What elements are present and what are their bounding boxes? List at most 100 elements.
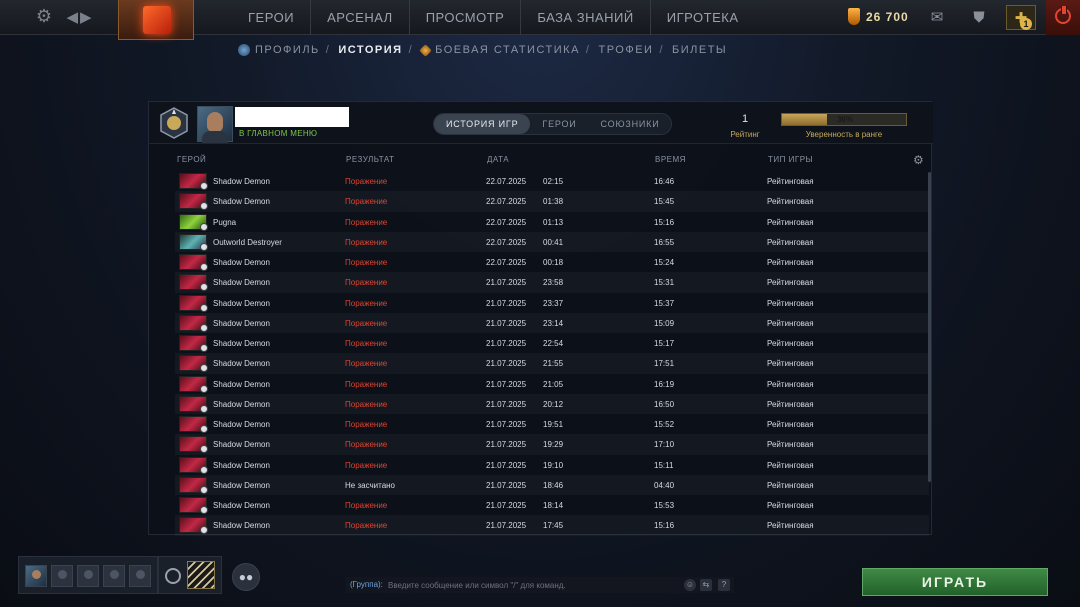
emoji-icon[interactable]: ☺	[684, 579, 696, 591]
nav-knowledge-base[interactable]: БАЗА ЗНАНИЙ	[521, 0, 651, 35]
table-row[interactable]: Shadow Demon Поражение 21.07.2025 19:29 17:1…	[175, 434, 929, 454]
role-badge-icon	[200, 465, 208, 474]
table-row[interactable]: Shadow Demon Поражение 21.07.2025 21:05 16:1…	[175, 374, 929, 394]
match-result: Поражение	[345, 460, 388, 470]
back-forward-arrows-icon[interactable]: ◀▶	[66, 8, 94, 26]
subnav-separator: /	[659, 44, 665, 56]
hero-name: Shadow Demon	[213, 339, 270, 348]
tab-allies[interactable]: СОЮЗНИКИ	[589, 114, 672, 134]
subnav-battle-stats[interactable]: БОЕВАЯ СТАТИСТИКА	[419, 43, 580, 57]
nav-watch[interactable]: ПРОСМОТР	[410, 0, 522, 35]
friends-button-icon[interactable]: ●●	[232, 563, 260, 591]
match-history-panel: В ГЛАВНОМ МЕНЮ ИСТОРИЯ ИГР ГЕРОИ СОЮЗНИК…	[148, 101, 933, 535]
table-row[interactable]: Shadow Demon Поражение 21.07.2025 21:55 17:5…	[175, 353, 929, 373]
table-row[interactable]: Shadow Demon Поражение 21.07.2025 18:14 15:5…	[175, 495, 929, 515]
table-row[interactable]: Shadow Demon Поражение 22.07.2025 01:38 15:4…	[175, 191, 929, 211]
match-result: Поражение	[345, 440, 388, 450]
match-duration: 15:09	[654, 318, 675, 328]
dota-logo[interactable]	[118, 0, 194, 40]
subnav-trophies[interactable]: ТРОФЕИ	[598, 44, 653, 56]
table-row[interactable]: Shadow Demon Поражение 21.07.2025 22:54 15:1…	[175, 333, 929, 353]
mail-icon[interactable]: ✉	[922, 5, 952, 30]
table-row[interactable]: Shadow Demon Поражение 21.07.2025 23:37 15:3…	[175, 293, 929, 313]
chat-input[interactable]	[388, 578, 678, 592]
match-result: Поражение	[345, 298, 388, 308]
nav-arsenal[interactable]: АРСЕНАЛ	[311, 0, 410, 35]
table-row[interactable]: Shadow Demon Поражение 22.07.2025 02:15 16:4…	[175, 171, 929, 191]
scrollbar[interactable]	[928, 172, 931, 482]
table-row[interactable]: Shadow Demon Поражение 21.07.2025 17:45 15:1…	[175, 515, 929, 535]
hero-name: Shadow Demon	[213, 399, 270, 409]
table-row[interactable]: Shadow Demon Поражение 21.07.2025 23:58 15:3…	[175, 272, 929, 292]
match-result: Поражение	[345, 521, 388, 531]
tab-heroes[interactable]: ГЕРОИ	[530, 114, 588, 134]
hero-name: Shadow Demon	[213, 359, 270, 369]
chat-wheel-icon[interactable]: ⇆	[700, 579, 712, 591]
table-settings-gear-icon[interactable]: ⚙	[913, 153, 924, 167]
player-status: В ГЛАВНОМ МЕНЮ	[239, 129, 318, 138]
subnav-separator: /	[408, 44, 414, 56]
rank-tier-icon[interactable]	[187, 561, 215, 589]
match-date: 21.07.2025	[486, 399, 527, 409]
table-row[interactable]: Outworld Destroyer Поражение 22.07.2025 00:…	[175, 232, 929, 252]
table-row[interactable]: Shadow Demon Поражение 21.07.2025 20:12 16:5…	[175, 394, 929, 414]
match-date: 21.07.2025	[486, 318, 527, 328]
tab-match-history[interactable]: ИСТОРИЯ ИГР	[434, 114, 531, 134]
col-header-type[interactable]: ТИП ИГРЫ	[768, 155, 813, 164]
table-row[interactable]: Shadow Demon Поражение 21.07.2025 19:51 15:5…	[175, 414, 929, 434]
chat-channel-prefix[interactable]: (Группа):	[350, 580, 383, 589]
table-row[interactable]: Shadow Demon Поражение 22.07.2025 00:18 15:2…	[175, 252, 929, 272]
match-start-time: 23:14	[543, 318, 564, 328]
match-duration: 15:16	[654, 217, 675, 227]
match-result: Поражение	[345, 177, 388, 186]
col-header-hero[interactable]: ГЕРОЙ	[177, 155, 206, 164]
game-type: Рейтинговая	[767, 258, 814, 267]
settings-gear-icon[interactable]: ⚙	[34, 6, 54, 27]
match-duration: 16:19	[654, 379, 675, 389]
match-date: 21.07.2025	[486, 278, 527, 288]
match-duration: 15:24	[654, 258, 675, 267]
party-slot-empty[interactable]	[129, 565, 151, 587]
subnav-tickets[interactable]: БИЛЕТЫ	[672, 44, 727, 56]
game-type: Рейтинговая	[767, 399, 814, 409]
help-button[interactable]: ?	[718, 579, 730, 591]
match-start-time: 02:15	[543, 177, 564, 186]
table-row[interactable]: Shadow Demon Не засчитано 21.07.2025 18:46 0…	[175, 475, 929, 495]
history-tabs: ИСТОРИЯ ИГР ГЕРОИ СОЮЗНИКИ	[433, 113, 673, 135]
voice-chat-icon[interactable]	[165, 568, 181, 584]
match-result: Поражение	[345, 318, 388, 328]
rank-confidence-bar: 36%	[781, 113, 907, 126]
match-date: 21.07.2025	[486, 460, 527, 470]
avatar[interactable]	[197, 106, 233, 143]
match-start-time: 21:05	[543, 379, 564, 389]
match-result: Поражение	[345, 359, 388, 369]
match-date: 21.07.2025	[486, 339, 527, 348]
game-type: Рейтинговая	[767, 501, 814, 510]
table-row[interactable]: Shadow Demon Поражение 21.07.2025 23:14 15:0…	[175, 313, 929, 333]
nav-heroes[interactable]: ГЕРОИ	[232, 0, 312, 35]
subnav-separator: /	[325, 44, 331, 56]
col-header-date[interactable]: ДАТА	[487, 155, 509, 164]
col-header-result[interactable]: РЕЗУЛЬТАТ	[346, 155, 394, 164]
party-slot-empty[interactable]	[51, 565, 73, 587]
game-type: Рейтинговая	[767, 197, 814, 207]
table-row[interactable]: Pugna Поражение 22.07.2025 01:13 15:16 Рейтин…	[175, 212, 929, 232]
party-slot-empty[interactable]	[103, 565, 125, 587]
match-duration: 17:10	[654, 440, 675, 450]
main-nav: ГЕРОИ АРСЕНАЛ ПРОСМОТР БАЗА ЗНАНИЙ ИГРОТ…	[232, 0, 755, 35]
subnav-history-label: ИСТОРИЯ	[338, 44, 403, 56]
nav-arcade[interactable]: ИГРОТЕКА	[651, 0, 755, 35]
currency-display[interactable]: 26 700	[848, 8, 909, 25]
match-duration: 15:16	[654, 521, 675, 531]
match-date: 21.07.2025	[486, 480, 527, 490]
subnav-history[interactable]: ИСТОРИЯ	[338, 44, 402, 56]
party-slot-empty[interactable]	[77, 565, 99, 587]
subnav-profile[interactable]: ПРОФИЛЬ	[238, 44, 320, 56]
quit-button[interactable]	[1046, 0, 1080, 35]
armory-icon[interactable]: ⛊	[964, 5, 994, 30]
party-slot-self-avatar[interactable]	[25, 565, 47, 587]
table-row[interactable]: Shadow Demon Поражение 21.07.2025 19:10 15:1…	[175, 455, 929, 475]
col-header-duration[interactable]: ВРЕМЯ	[655, 155, 686, 164]
play-button[interactable]: ИГРАТЬ	[862, 568, 1048, 596]
rank-confidence-label: Уверенность в ранге	[805, 130, 883, 139]
